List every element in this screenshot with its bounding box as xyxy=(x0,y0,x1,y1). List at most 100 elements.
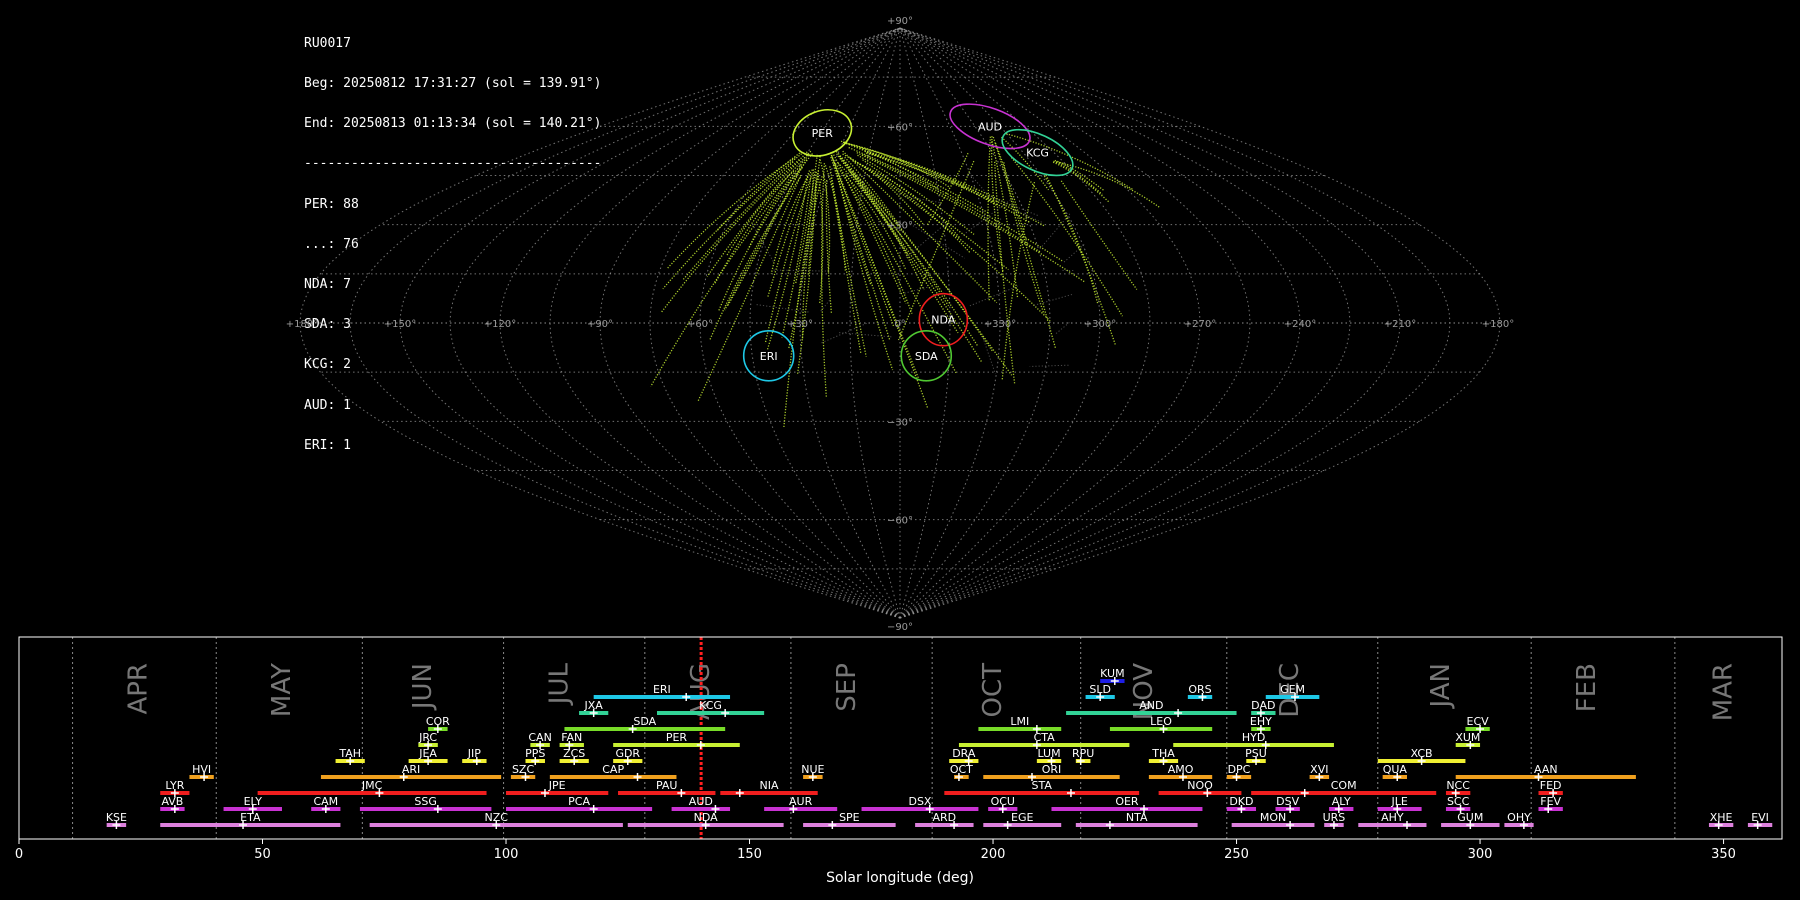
latitude-label: −30° xyxy=(887,417,913,428)
sporadic-track xyxy=(902,286,928,295)
meridian-line xyxy=(399,27,901,619)
shower-label-and: AND xyxy=(1139,699,1163,712)
x-tick-label: 200 xyxy=(981,847,1006,862)
meteor-track xyxy=(867,152,1045,227)
shower-label-aud: AUD xyxy=(689,795,713,808)
shower-label-ocu: OCU xyxy=(991,795,1015,808)
shower-label-aur: AUR xyxy=(789,795,813,808)
shower-label-lyr: LYR xyxy=(165,779,184,792)
shower-label-fed: FED xyxy=(1540,779,1562,792)
longitude-label: +210° xyxy=(1384,319,1416,330)
meteor-track xyxy=(1060,180,1138,290)
sporadic-track xyxy=(1033,294,1073,306)
longitude-label: +90° xyxy=(587,319,613,330)
month-label: SEP xyxy=(832,663,862,712)
latitude-label: +60° xyxy=(887,122,913,133)
shower-radiants: PER AUD KCG NDA SDA ERI xyxy=(742,103,1074,382)
shower-label-hvi: HVI xyxy=(192,763,211,776)
meteor-track xyxy=(718,153,814,312)
shower-label-sda: SDA xyxy=(633,715,656,728)
shower-label-amo: AMO xyxy=(1168,763,1194,776)
shower-label-xvi: XVI xyxy=(1310,763,1328,776)
shower-label-sld: SLD xyxy=(1089,683,1111,696)
shower-label-jxa: JXA xyxy=(584,699,604,712)
sporadic-track xyxy=(993,217,1003,228)
x-tick-label: 100 xyxy=(494,847,519,862)
month-label: JUN xyxy=(408,663,438,711)
shower-label-can: CAN xyxy=(528,731,551,744)
shower-label-tha: THA xyxy=(1151,747,1175,760)
shower-label-lum: LUM xyxy=(1037,747,1060,760)
radiant-label-sda: SDA xyxy=(915,350,938,363)
shower-label-leo: LEO xyxy=(1150,715,1172,728)
shower-label-nue: NUE xyxy=(801,763,824,776)
longitude-label: +240° xyxy=(1284,319,1316,330)
month-label: MAY xyxy=(267,663,297,717)
sporadic-track xyxy=(1054,322,1070,335)
meteor-track xyxy=(987,136,992,301)
month-label: JAN xyxy=(1426,663,1456,709)
x-tick-label: 0 xyxy=(15,847,23,862)
shower-label-xcb: XCB xyxy=(1411,747,1433,760)
radiant-label-aud: AUD xyxy=(978,120,1002,133)
meteor-track xyxy=(845,173,957,374)
shower-label-kum: KUM xyxy=(1100,667,1124,680)
shower-label-ely: ELY xyxy=(244,795,263,808)
shower-label-nzc: NZC xyxy=(485,811,509,824)
meteor-track xyxy=(830,177,862,355)
shower-label-jle: JLE xyxy=(1391,795,1408,808)
sporadic-track xyxy=(1038,213,1071,251)
shower-label-ege: EGE xyxy=(1011,811,1033,824)
meteor-track xyxy=(820,163,828,399)
x-tick-label: 50 xyxy=(254,847,271,862)
shower-label-aan: AAN xyxy=(1534,763,1558,776)
shower-label-avb: AVB xyxy=(161,795,183,808)
shower-label-nda: NDA xyxy=(694,811,719,824)
meteor-track xyxy=(724,159,808,311)
shower-label-scc: SCC xyxy=(1447,795,1470,808)
shower-label-cor: COR xyxy=(426,715,450,728)
sporadic-track xyxy=(820,322,867,344)
sporadic-track xyxy=(982,337,996,375)
shower-label-szc: SZC xyxy=(512,763,535,776)
month-label: APR xyxy=(123,663,153,715)
shower-label-urs: URS xyxy=(1323,811,1346,824)
shower-activity-bars: KSE ETA NZC NDA SPE ARD EGE NTA MON URS AHY GUM OHY X… xyxy=(106,667,1773,829)
shower-label-dsx: DSX xyxy=(908,795,931,808)
meteor-track xyxy=(1010,157,1124,317)
shower-label-aly: ALY xyxy=(1332,795,1351,808)
shower-label-lmi: LMI xyxy=(1010,715,1029,728)
shower-label-noo: NOO xyxy=(1187,779,1213,792)
meteor-track xyxy=(829,152,920,380)
shower-label-ncc: NCC xyxy=(1446,779,1470,792)
x-tick-label: 350 xyxy=(1711,847,1736,862)
shower-label-ssg: SSG xyxy=(414,795,437,808)
shower-activity-timeline: APR MAY JUN JUL AUG SEP OCT NOV DEC JAN FEB MAR KSE… xyxy=(15,636,1783,886)
shower-label-oct: OCT xyxy=(950,763,973,776)
shower-label-ard: ARD xyxy=(933,811,957,824)
x-tick-label: 250 xyxy=(1224,847,1249,862)
month-label: JUL xyxy=(545,662,575,706)
longitude-label: +330° xyxy=(984,319,1016,330)
shower-label-gdr: GDR xyxy=(615,747,640,760)
shower-label-hyd: HYD xyxy=(1242,731,1265,744)
month-label: OCT xyxy=(978,663,1008,718)
shower-label-spe: SPE xyxy=(839,811,860,824)
meridian-line xyxy=(899,27,1401,619)
shower-label-jrc: JRC xyxy=(418,731,437,744)
shower-label-zcs: ZCS xyxy=(563,747,585,760)
longitude-label: 0° xyxy=(894,319,905,330)
month-label: MAR xyxy=(1709,663,1739,721)
meteor-track xyxy=(991,141,1019,298)
meteor-track xyxy=(682,161,794,280)
sporadic-track xyxy=(1063,243,1086,263)
shower-label-fev: FEV xyxy=(1540,795,1561,808)
meteor-track xyxy=(862,153,1041,253)
shower-label-nia: NIA xyxy=(760,779,779,792)
shower-label-mon: MON xyxy=(1260,811,1286,824)
meteor-track xyxy=(857,154,975,235)
longitude-label: +150° xyxy=(384,319,416,330)
shower-label-oer: OER xyxy=(1115,795,1139,808)
shower-label-psu: PSU xyxy=(1245,747,1267,760)
latitude-label: +30° xyxy=(887,221,913,232)
